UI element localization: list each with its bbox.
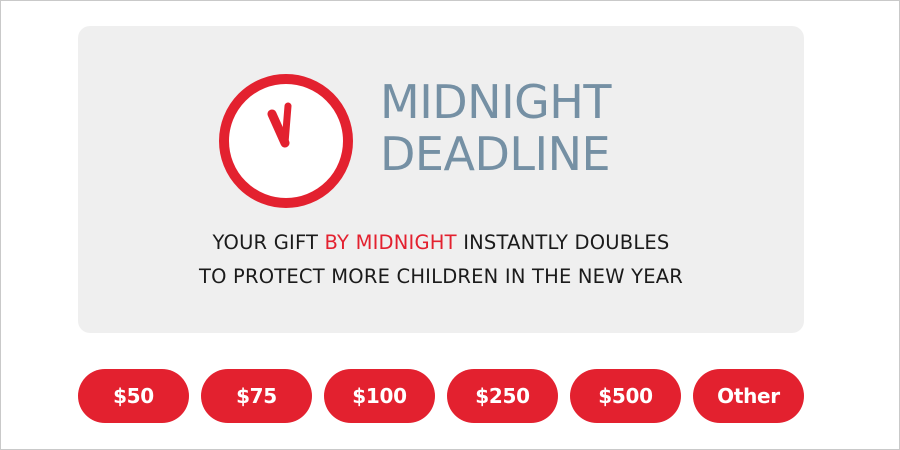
message-line-1: YOUR GIFT BY MIDNIGHT INSTANTLY DOUBLES bbox=[78, 226, 804, 260]
message-line-2: TO PROTECT MORE CHILDREN IN THE NEW YEAR bbox=[198, 265, 684, 288]
headline-line-1: MIDNIGHT bbox=[380, 75, 612, 129]
headline: MIDNIGHT DEADLINE bbox=[380, 76, 700, 180]
amount-50-button[interactable]: $50 bbox=[78, 369, 189, 423]
gift-message: YOUR GIFT BY MIDNIGHT INSTANTLY DOUBLES … bbox=[78, 226, 804, 294]
headline-line-2: DEADLINE bbox=[380, 127, 611, 181]
amount-75-button[interactable]: $75 bbox=[201, 369, 312, 423]
amount-500-button[interactable]: $500 bbox=[570, 369, 681, 423]
message-line-1-start: YOUR GIFT bbox=[212, 231, 325, 254]
amount-250-button[interactable]: $250 bbox=[447, 369, 558, 423]
message-line-1-end: INSTANTLY DOUBLES bbox=[456, 231, 670, 254]
deadline-card: MIDNIGHT DEADLINE YOUR GIFT BY MIDNIGHT … bbox=[78, 26, 804, 333]
amount-100-button[interactable]: $100 bbox=[324, 369, 435, 423]
message-highlight: BY MIDNIGHT bbox=[324, 231, 457, 254]
amount-other-button[interactable]: Other bbox=[693, 369, 804, 423]
donation-amounts: $50 $75 $100 $250 $500 Other bbox=[78, 369, 806, 423]
clock-icon bbox=[215, 70, 357, 212]
